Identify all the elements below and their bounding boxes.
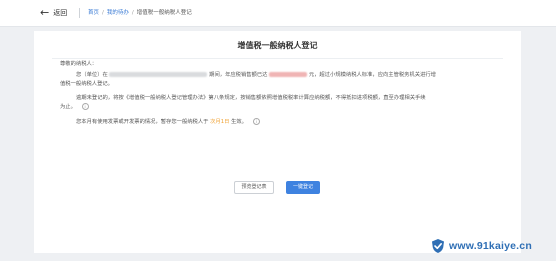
breadcrumb-current: 增值税一般纳税人登记 [136,10,192,16]
preview-form-button[interactable]: 预览登记表 [234,181,274,194]
notice-text: 您本月有使用发票或开发票的情况，暂存您一般纳税人于 [76,119,209,125]
back-label: 返回 [53,9,68,17]
title-divider [52,58,503,59]
notice-text: 生效。 [231,119,247,125]
redacted-period [109,72,208,77]
notice-text: 元，超过小规模纳税人标准，应向主管税务机关进行增 [308,72,436,78]
notice-paragraph-2: 逾期未登记的，将按《增值税一般纳税人登记管理办法》第八条规定，按销售额依照增值税… [76,95,426,101]
effective-date: 次月1日 [210,119,230,125]
watermark: www.91kaiye.cn [430,238,532,254]
info-icon[interactable]: i [81,103,89,110]
breadcrumb-home[interactable]: 首页 [88,7,99,19]
page-title: 增值税一般纳税人登记 [237,41,318,50]
back-button[interactable]: ← 返回 [40,7,67,19]
breadcrumb-separator: / [102,10,104,16]
top-bar: ← 返回 首页 / 我的待办 / 增值税一般纳税人登记 [0,0,556,27]
notice-text: 您（单位）在 [76,72,108,78]
info-icon[interactable]: i [252,118,260,125]
registration-card: 增值税一般纳税人登记 尊敬的纳税人： 您（单位）在 期间，年应税销售额已达 元，… [34,31,521,253]
notice-text: 期间，年应税销售额已达 [209,72,268,78]
notice-text: 为止。 [60,104,76,110]
notice-paragraph-2-cont: 为止。 i [60,103,89,111]
one-click-register-button[interactable]: 一键登记 [286,181,320,194]
watermark-text: www.91kaiye.cn [449,240,532,252]
redacted-amount [269,72,308,77]
notice-paragraph-3: 您本月有使用发票或开发票的情况，暂存您一般纳税人于 次月1日 生效。 i [76,118,260,126]
greeting: 尊敬的纳税人： [60,61,98,67]
header-divider [79,8,80,18]
arrow-left-icon: ← [40,6,50,19]
breadcrumb-todo[interactable]: 我的待办 [107,7,129,19]
breadcrumb: 首页 / 我的待办 / 增值税一般纳税人登记 [88,7,192,19]
shield-icon [432,239,444,253]
breadcrumb-separator: / [131,10,134,16]
notice-paragraph-1-cont: 值税一般纳税人登记。 [60,81,113,87]
notice-paragraph-1: 您（单位）在 期间，年应税销售额已达 元，超过小规模纳税人标准，应向主管税务机关… [76,71,436,79]
